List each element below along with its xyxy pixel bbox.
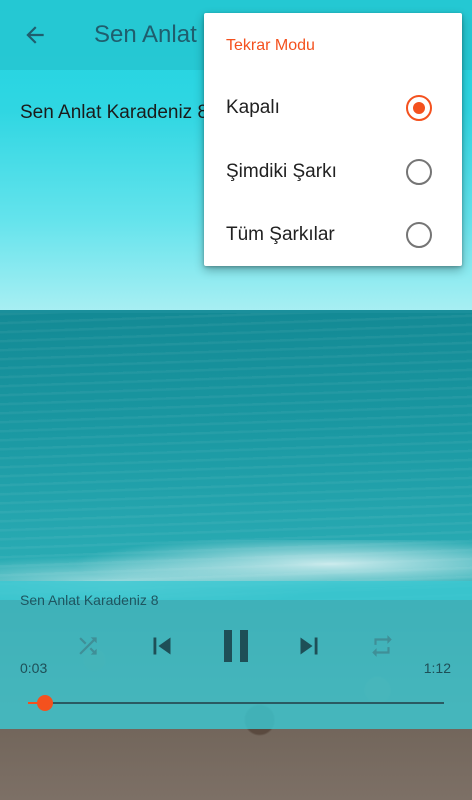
- elapsed-time: 0:03: [20, 660, 48, 676]
- radio-button[interactable]: [406, 95, 432, 121]
- arrow-left-icon: [26, 26, 44, 44]
- shuffle-icon: [79, 637, 97, 655]
- background-bottom: [0, 729, 472, 800]
- seek-bar[interactable]: [28, 695, 444, 711]
- repeat-button[interactable]: [366, 621, 398, 671]
- total-duration: 1:12: [423, 660, 451, 676]
- seek-thumb[interactable]: [37, 695, 53, 711]
- repeat-mode-title: Tekrar Modu: [226, 37, 315, 54]
- song-heading: Sen Anlat Karadeniz 8: [20, 102, 209, 123]
- repeat-option-off[interactable]: Kapalı: [204, 76, 462, 140]
- player-panel: Sen Anlat Karadeniz 8 0:03 1:12: [0, 581, 472, 729]
- shuffle-button[interactable]: [72, 621, 104, 671]
- radio-button[interactable]: [406, 222, 432, 248]
- skip-next-icon: [300, 637, 318, 655]
- player-controls: [0, 621, 472, 671]
- option-label: Şimdiki Şarkı: [226, 161, 337, 182]
- repeat-mode-menu: Tekrar Modu Kapalı Şimdiki Şarkı Tüm Şar…: [204, 13, 462, 266]
- back-button[interactable]: [0, 0, 70, 70]
- radio-button[interactable]: [406, 159, 432, 185]
- player-track-title: Sen Anlat Karadeniz 8: [20, 592, 159, 608]
- next-button[interactable]: [291, 621, 327, 671]
- repeat-option-all-songs[interactable]: Tüm Şarkılar: [204, 203, 462, 267]
- pause-icon: [224, 630, 248, 662]
- previous-button[interactable]: [144, 621, 180, 671]
- repeat-icon: [372, 635, 392, 657]
- pause-button[interactable]: [212, 621, 260, 671]
- repeat-option-current-song[interactable]: Şimdiki Şarkı: [204, 140, 462, 204]
- skip-previous-icon: [153, 637, 171, 655]
- option-label: Tüm Şarkılar: [226, 224, 335, 245]
- option-label: Kapalı: [226, 97, 280, 118]
